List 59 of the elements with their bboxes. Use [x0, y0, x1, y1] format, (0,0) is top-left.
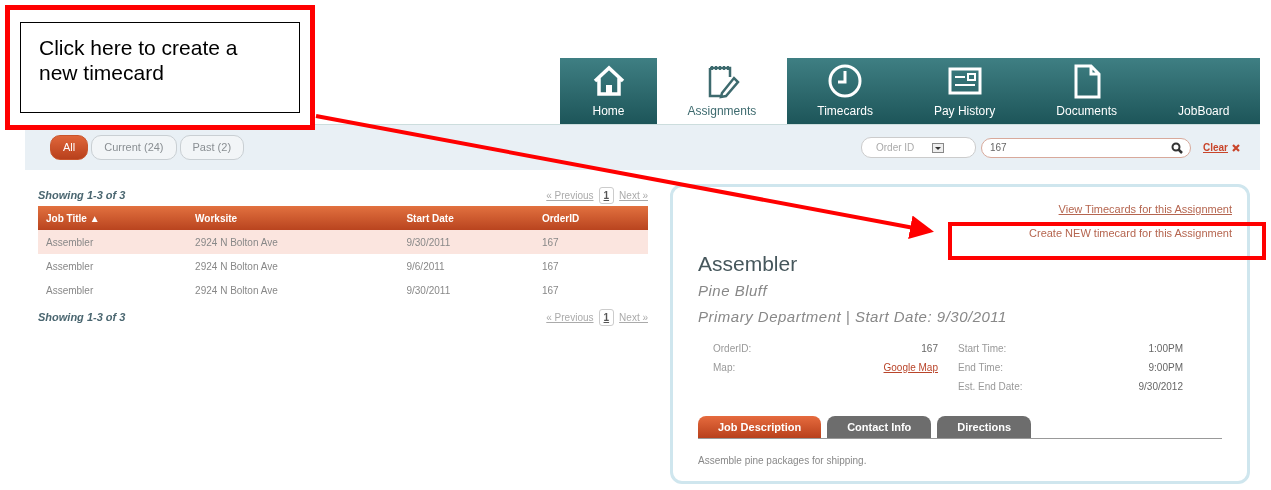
table-cell: Assembler: [38, 254, 188, 278]
table-cell: 167: [533, 254, 648, 278]
field-value: 9:00PM: [1148, 360, 1183, 375]
department-date-text: Primary Department | Start Date: 9/30/2011: [698, 307, 1008, 327]
table-cell: Assembler: [38, 230, 188, 254]
table-row[interactable]: Assembler 2924 N Bolton Ave 9/30/2011 167: [38, 278, 648, 302]
search-field[interactable]: 167: [981, 137, 1191, 158]
previous-link[interactable]: « Previous: [546, 187, 594, 203]
table-row[interactable]: Assembler 2924 N Bolton Ave 9/6/2011 167: [38, 254, 648, 278]
table-cell: 2924 N Bolton Ave: [187, 230, 399, 254]
create-timecard-link[interactable]: Create NEW timecard for this Assignment: [1029, 226, 1232, 239]
table-cell: 2924 N Bolton Ave: [187, 254, 399, 278]
callout-text: Click here to create a new timecard: [20, 22, 300, 113]
page-number[interactable]: 1: [598, 186, 615, 204]
view-timecards-link[interactable]: View Timecards for this Assignment: [1058, 203, 1232, 215]
field-label: Est. End Date:: [958, 379, 1023, 394]
previous-link[interactable]: « Previous: [546, 309, 594, 325]
column-header[interactable]: OrderID: [533, 206, 648, 230]
column-header[interactable]: Worksite: [187, 206, 399, 230]
field-label: Map:: [713, 360, 736, 375]
column-header[interactable]: Start Date: [398, 206, 534, 230]
nav-tab[interactable]: Pay History: [903, 58, 1026, 124]
field-value: 1:00PM: [1148, 341, 1183, 356]
clear-link[interactable]: Clear: [1203, 140, 1240, 155]
filter-pill[interactable]: All: [50, 135, 89, 160]
next-link[interactable]: Next »: [619, 309, 648, 325]
filter-pill[interactable]: Past (2): [179, 135, 245, 160]
table-cell: 9/30/2011: [398, 230, 534, 254]
order-select[interactable]: Order ID: [861, 137, 976, 158]
table-cell-text: 9/30/2011: [405, 283, 452, 298]
field-label: OrderID:: [713, 341, 752, 356]
table-row[interactable]: Assembler 2924 N Bolton Ave 9/30/2011 167: [38, 230, 648, 254]
detail-tab[interactable]: Contact Info: [827, 415, 932, 438]
next-link[interactable]: Next »: [619, 187, 648, 203]
location-text: Pine Bluff: [698, 280, 769, 301]
field-label: Start Time:: [958, 341, 1007, 356]
detail-tab[interactable]: Job Description: [698, 415, 822, 438]
column-header[interactable]: Job Title ▲: [38, 206, 188, 230]
nav-tab[interactable]: Documents: [1025, 58, 1148, 124]
page-number[interactable]: 1: [598, 308, 615, 326]
field-value: 167: [921, 341, 938, 356]
assignment-title: Assembler: [698, 251, 799, 277]
table-cell-text: Assembler: [45, 283, 95, 298]
nav-tab[interactable]: JobBoard: [1147, 58, 1260, 124]
map-link[interactable]: Google Map: [883, 359, 938, 379]
results-summary: Showing 1-3 of 3: [38, 187, 126, 203]
table-cell: 9/6/2011: [398, 254, 534, 278]
nav-tab[interactable]: Home: [560, 58, 658, 124]
nav-tab[interactable]: Timecards: [786, 58, 904, 124]
table-cell-text: 167: [540, 283, 560, 298]
filter-pill[interactable]: Current (24): [91, 135, 177, 160]
job-description-text: Assemble pine packages for shipping.: [698, 454, 868, 468]
field-value: 9/30/2012: [1138, 379, 1183, 394]
table-cell-text: 2924 N Bolton Ave: [194, 283, 279, 298]
detail-tab[interactable]: Directions: [937, 415, 1032, 438]
results-summary: Showing 1-3 of 3: [38, 309, 126, 325]
field-label: End Time:: [958, 360, 1004, 375]
nav-tab[interactable]: Assignments: [657, 58, 787, 124]
table-cell: 167: [533, 230, 648, 254]
